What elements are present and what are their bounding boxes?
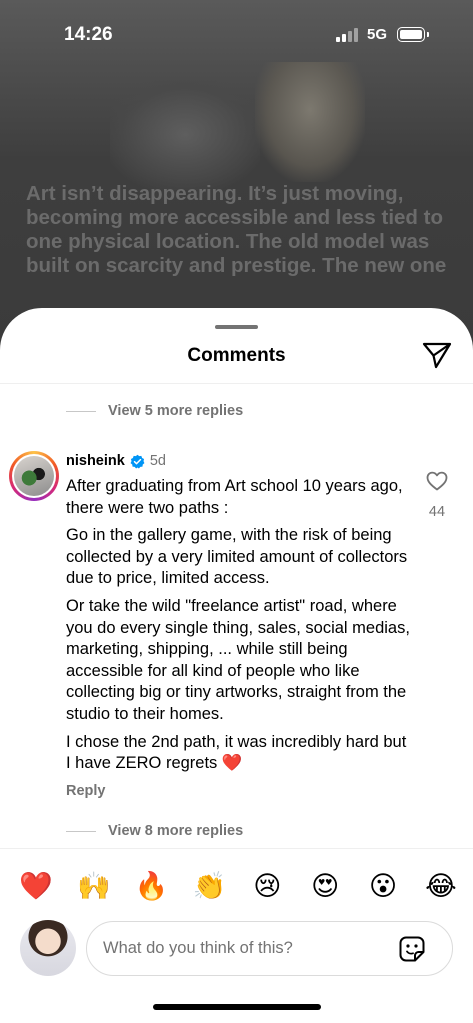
paper-plane-icon bbox=[422, 342, 452, 369]
reply-button[interactable]: Reply bbox=[66, 783, 106, 799]
replies-line bbox=[66, 830, 96, 832]
sticker-button[interactable] bbox=[398, 935, 426, 963]
commenter-username[interactable]: nisheink bbox=[66, 453, 125, 469]
reaction-surprised-face[interactable]: 😮 bbox=[363, 866, 403, 906]
reaction-crying-face[interactable]: 😢 bbox=[247, 866, 287, 906]
replies-line bbox=[66, 410, 96, 412]
share-button[interactable] bbox=[421, 340, 453, 370]
view-more-replies-label: View 5 more replies bbox=[108, 403, 244, 419]
post-overlay-text: Art isn’t disappearing. It’s just moving… bbox=[26, 182, 447, 277]
avatar-image bbox=[14, 456, 54, 496]
like-button[interactable] bbox=[426, 471, 448, 491]
reaction-raising-hands[interactable]: 🙌 bbox=[74, 866, 114, 906]
reactions-divider bbox=[0, 848, 473, 849]
commenter-avatar[interactable] bbox=[9, 451, 59, 501]
reaction-tears-of-joy[interactable]: 😂 bbox=[421, 866, 461, 906]
comments-sheet: Comments View 5 more replies nisheink 5d… bbox=[0, 308, 473, 1023]
heart-outline-icon bbox=[426, 471, 448, 491]
status-time: 14:26 bbox=[64, 24, 113, 45]
view-more-replies-label: View 8 more replies bbox=[108, 823, 244, 839]
battery-icon bbox=[397, 27, 429, 42]
comment-text: After graduating from Art school 10 year… bbox=[66, 476, 411, 781]
quick-reactions-bar: ❤️ 🙌 🔥 👏 😢 😍 😮 😂 bbox=[16, 866, 461, 906]
comment-paragraph: I chose the 2nd path, it was incredibly … bbox=[66, 732, 407, 773]
view-more-replies-top[interactable]: View 5 more replies bbox=[66, 403, 243, 419]
comment-paragraph: After graduating from Art school 10 year… bbox=[66, 477, 403, 517]
status-bar: 14:26 5G bbox=[0, 0, 473, 68]
comment-input[interactable] bbox=[103, 922, 393, 975]
header-divider bbox=[0, 383, 473, 384]
reaction-clapping-hands[interactable]: 👏 bbox=[190, 866, 230, 906]
reaction-heart-eyes[interactable]: 😍 bbox=[305, 866, 345, 906]
post-image-person bbox=[255, 62, 365, 182]
home-indicator bbox=[153, 1004, 321, 1010]
comment-paragraph: Go in the gallery game, with the risk of… bbox=[66, 526, 408, 588]
view-more-replies-bottom[interactable]: View 8 more replies bbox=[66, 823, 243, 839]
comment-time: 5d bbox=[149, 453, 166, 469]
sheet-title: Comments bbox=[187, 345, 286, 366]
comment-header: nisheink 5d bbox=[66, 453, 166, 469]
sticker-icon bbox=[399, 936, 425, 962]
signal-icon bbox=[336, 28, 358, 42]
like-count: 44 bbox=[428, 504, 446, 520]
post-image-armor bbox=[110, 80, 260, 190]
verified-badge-icon bbox=[130, 454, 145, 469]
comment-input-box[interactable] bbox=[86, 921, 453, 976]
comment-paragraph: Or take the wild "freelance artist" road… bbox=[66, 596, 410, 723]
reaction-red-heart[interactable]: ❤️ bbox=[16, 866, 56, 906]
user-avatar bbox=[20, 920, 76, 976]
reaction-fire[interactable]: 🔥 bbox=[132, 866, 172, 906]
sheet-drag-handle[interactable] bbox=[215, 325, 258, 329]
network-label: 5G bbox=[367, 26, 388, 43]
